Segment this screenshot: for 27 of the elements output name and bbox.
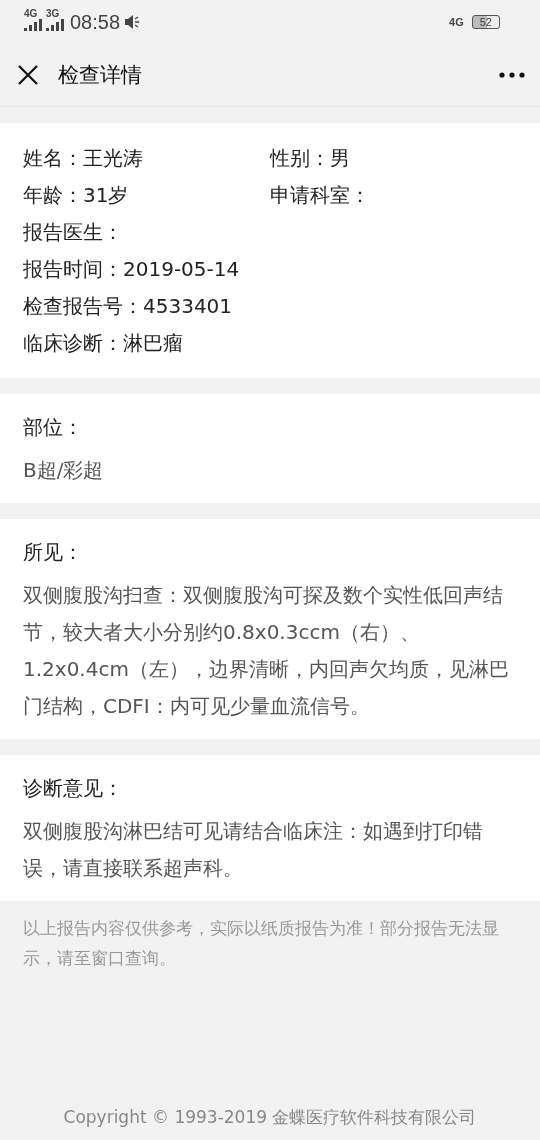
battery-icon: 52: [471, 15, 500, 29]
signal-icon: [46, 19, 64, 31]
status-time: 08:58: [70, 10, 121, 34]
network-label: 3G: [46, 9, 60, 19]
info-field: 年龄：31岁: [23, 182, 270, 209]
disclaimer-text: 以上报告内容仅供参考，实际以纸质报告为准！部分报告无法显示，请至窗口查询。: [22, 917, 500, 970]
network-label: 4G: [449, 16, 464, 28]
network-label: 4G: [24, 9, 38, 19]
info-field: 临床诊断：淋巴瘤: [23, 330, 270, 357]
section-title: 部位：: [23, 414, 84, 441]
copyright-text: Copyright © 1993-2019 金蝶医疗软件科技有限公司: [62, 1106, 478, 1129]
signal-icon: [24, 19, 42, 31]
section-title: 诊断意见：: [23, 775, 124, 802]
speaker-icon: [124, 14, 141, 30]
info-field: 报告时间：2019-05-14: [23, 256, 270, 283]
section-text: 双侧腹股沟扫查：双侧腹股沟可探及数个实性低回声结节，较大者大小分别约0.8x0.3ccm（右）、1.2x0.4cm（左），边界清晰，内回声欠均质，见淋巴门结构，CDFI：内可见少量血流信号。: [23, 582, 510, 720]
section-title: 所见：: [23, 539, 84, 566]
info-field: 检查报告号：4533401: [23, 293, 270, 320]
section-text: 双侧腹股沟淋巴结可见请结合临床注：如遇到打印错误，请直接联系超声科。: [23, 818, 484, 882]
info-field: 申请科室：: [270, 182, 517, 209]
close-icon[interactable]: [17, 64, 39, 86]
more-icon[interactable]: [499, 72, 525, 78]
info-field: 姓名：王光涛: [23, 145, 270, 172]
page-title: 检查详情: [58, 62, 143, 89]
section-text: B超/彩超: [23, 457, 105, 484]
info-field: 报告医生：: [23, 219, 270, 246]
info-field: 性别：男: [270, 145, 517, 172]
